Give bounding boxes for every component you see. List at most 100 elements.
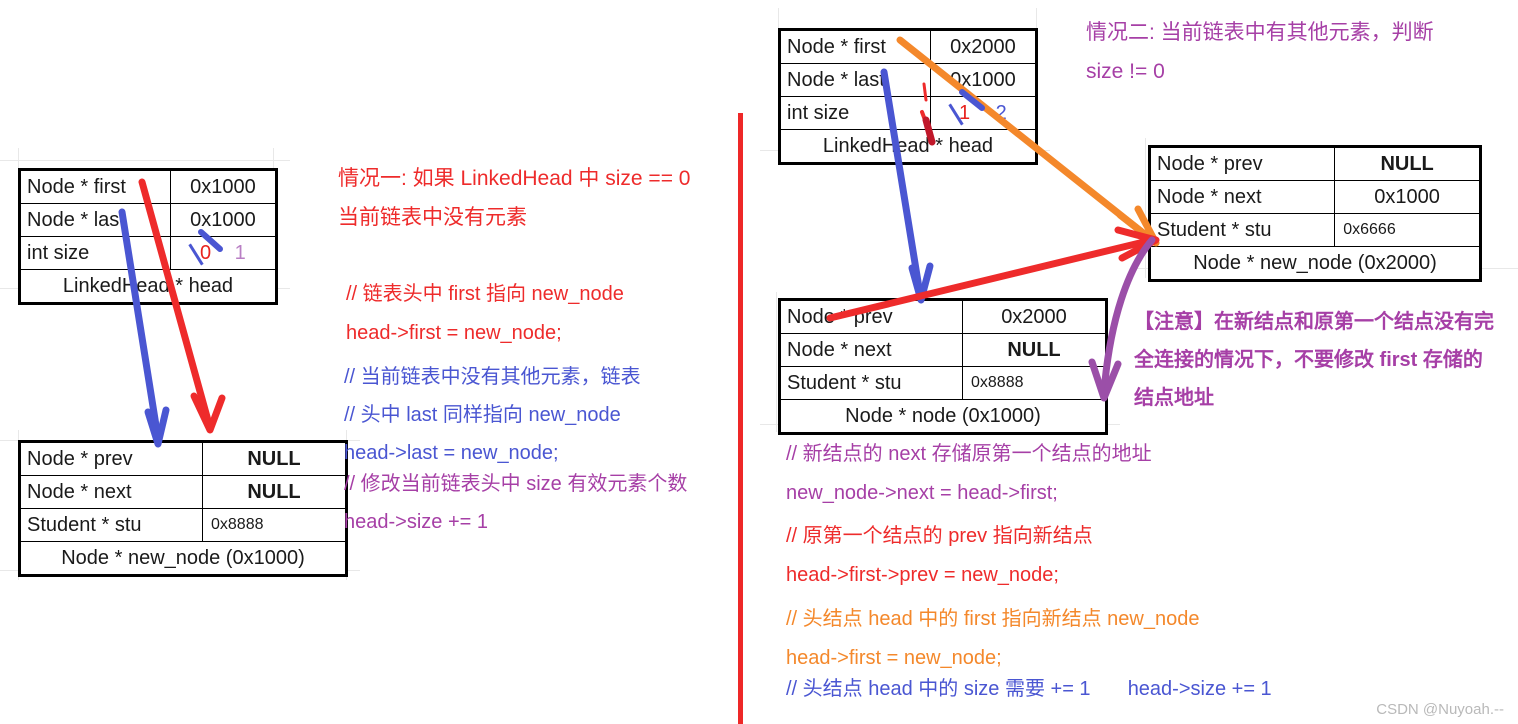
field-label: Student * stu bbox=[1149, 213, 1336, 247]
field-value: 0x8888 bbox=[962, 366, 1106, 400]
watermark: CSDN @Nuyoah.-- bbox=[1376, 701, 1504, 718]
field-label: Node * next bbox=[20, 475, 203, 509]
case2-node-table: Node * prev 0x2000 Node * next NULL Stud… bbox=[778, 298, 1108, 435]
case1-code-block-3: // 修改当前链表头中 size 有效元素个数 head->size += 1 bbox=[344, 470, 687, 537]
case2-heading: 情况二: 当前链表中有其他元素，判断 size != 0 bbox=[1086, 18, 1434, 88]
code-comment: // 原第一个结点的 prev 指向新结点 bbox=[786, 525, 1093, 547]
case1-code-block-1: // 链表头中 first 指向 new_node head->first = … bbox=[346, 280, 624, 348]
field-value: 0x1000 bbox=[929, 63, 1037, 97]
table-row: Node * next 0x1000 bbox=[1149, 180, 1480, 214]
field-label: Node * prev bbox=[20, 442, 203, 476]
field-label: Student * stu bbox=[780, 366, 963, 400]
case2-heading-line1: 情况二: 当前链表中有其他元素，判断 bbox=[1086, 21, 1434, 44]
gridline bbox=[1145, 138, 1146, 278]
table-row: Node * first 0x2000 bbox=[780, 30, 1037, 64]
code-line: // 头结点 head 中的 size 需要 += 1 head->size +… bbox=[786, 675, 1272, 704]
case1-heading: 情况一: 如果 LinkedHead 中 size == 0 当前链表中没有元素 bbox=[338, 164, 690, 234]
table-row: LinkedHead * head bbox=[20, 269, 276, 303]
field-label: Node * prev bbox=[780, 300, 963, 334]
field-value: NULL bbox=[962, 333, 1106, 367]
field-label: Node * first bbox=[780, 30, 931, 64]
field-value: 0x1000 bbox=[169, 203, 277, 237]
field-value: NULL bbox=[202, 442, 346, 476]
warning-line3: 结点地址 bbox=[1134, 387, 1214, 409]
table-row: Node * prev NULL bbox=[1149, 147, 1480, 181]
case2-code-block-3: // 头结点 head 中的 first 指向新结点 new_node head… bbox=[786, 605, 1199, 673]
field-value: 0x1000 bbox=[1334, 180, 1480, 214]
table-row: Node * new_node (0x1000) bbox=[20, 541, 346, 575]
size-new-value: 2 bbox=[995, 102, 1007, 124]
table-row: LinkedHead * head bbox=[780, 129, 1036, 163]
field-label: Node * first bbox=[20, 170, 171, 204]
table-row: int size 0 1 bbox=[20, 236, 277, 270]
case1-heading-line1: 情况一: 如果 LinkedHead 中 size == 0 bbox=[338, 167, 691, 190]
case2-code-block-2: // 原第一个结点的 prev 指向新结点 head->first->prev … bbox=[786, 522, 1093, 590]
table-row: Student * stu 0x8888 bbox=[20, 508, 346, 542]
size-new-value: 1 bbox=[234, 242, 246, 264]
table-row: Node * first 0x1000 bbox=[20, 170, 277, 204]
diagram-canvas: Node * first 0x1000 Node * last 0x1000 i… bbox=[0, 0, 1518, 724]
case1-head-table: Node * first 0x1000 Node * last 0x1000 i… bbox=[18, 168, 278, 305]
code-comment: // 新结点的 next 存储原第一个结点的地址 bbox=[786, 443, 1152, 465]
code-comment: // 链表头中 first 指向 new_node bbox=[346, 283, 624, 305]
code-statement: head->first = new_node; bbox=[346, 322, 562, 344]
code-statement: head->last = new_node; bbox=[344, 442, 559, 464]
field-label: Node * next bbox=[780, 333, 963, 367]
field-label: Node * prev bbox=[1149, 147, 1336, 181]
table-row: Node * next NULL bbox=[20, 475, 346, 509]
table-row: int size 1 2 bbox=[780, 96, 1037, 130]
table-caption: LinkedHead * head bbox=[20, 269, 276, 303]
case2-code-block-4: // 头结点 head 中的 size 需要 += 1 head->size +… bbox=[786, 675, 1272, 704]
field-label: Node * last bbox=[20, 203, 171, 237]
code-comment: // 修改当前链表头中 size 有效元素个数 bbox=[344, 473, 688, 495]
table-row: Node * last 0x1000 bbox=[780, 63, 1037, 97]
case2-head-table: Node * first 0x2000 Node * last 0x1000 i… bbox=[778, 28, 1038, 165]
table-caption: Node * new_node (0x2000) bbox=[1150, 246, 1480, 280]
case2-warning-note: 【注意】在新结点和原第一个结点没有完 全连接的情况下，不要修改 first 存储… bbox=[1134, 308, 1494, 413]
code-statement: head->size += 1 bbox=[344, 511, 488, 533]
table-row: Student * stu 0x6666 bbox=[1149, 213, 1480, 247]
field-label: int size bbox=[780, 96, 931, 130]
panel-divider bbox=[738, 113, 743, 724]
size-value-cell: 0 1 bbox=[169, 236, 277, 270]
field-value: 0x2000 bbox=[962, 300, 1106, 334]
table-caption: Node * node (0x1000) bbox=[780, 399, 1106, 433]
field-label: int size bbox=[20, 236, 171, 270]
table-row: Node * last 0x1000 bbox=[20, 203, 277, 237]
code-statement: head->first = new_node; bbox=[786, 647, 1002, 669]
table-row: Node * prev 0x2000 bbox=[780, 300, 1106, 334]
field-label: Student * stu bbox=[20, 508, 203, 542]
code-comment: // 头结点 head 中的 first 指向新结点 new_node bbox=[786, 608, 1200, 630]
table-row: Node * next NULL bbox=[780, 333, 1106, 367]
case2-new-node-table: Node * prev NULL Node * next 0x1000 Stud… bbox=[1148, 145, 1482, 282]
warning-line2: 全连接的情况下，不要修改 first 存储的 bbox=[1134, 349, 1483, 371]
code-comment: // 当前链表中没有其他元素，链表 bbox=[344, 366, 641, 388]
table-row: Node * prev NULL bbox=[20, 442, 346, 476]
case1-code-block-2: // 当前链表中没有其他元素，链表 // 头中 last 同样指向 new_no… bbox=[344, 363, 641, 468]
code-statement: head->size += 1 bbox=[1127, 678, 1272, 700]
code-statement: head->first->prev = new_node; bbox=[786, 564, 1059, 586]
field-value: 0x6666 bbox=[1334, 213, 1480, 247]
warning-line1: 【注意】在新结点和原第一个结点没有完 bbox=[1134, 311, 1494, 333]
table-row: Node * new_node (0x2000) bbox=[1150, 246, 1480, 280]
gridline bbox=[0, 160, 290, 161]
field-value: NULL bbox=[202, 475, 346, 509]
case1-new-node-table: Node * prev NULL Node * next NULL Studen… bbox=[18, 440, 348, 577]
table-caption: Node * new_node (0x1000) bbox=[20, 541, 346, 575]
field-label: Node * next bbox=[1149, 180, 1336, 214]
table-row: Node * node (0x1000) bbox=[780, 399, 1106, 433]
case2-heading-line2: size != 0 bbox=[1086, 60, 1165, 84]
code-comment-2: // 头中 last 同样指向 new_node bbox=[344, 404, 621, 426]
field-value: 0x8888 bbox=[202, 508, 346, 542]
table-caption: LinkedHead * head bbox=[780, 129, 1036, 163]
code-statement: new_node->next = head->first; bbox=[786, 482, 1058, 504]
field-value: NULL bbox=[1334, 147, 1480, 181]
case2-code-block-1: // 新结点的 next 存储原第一个结点的地址 new_node->next … bbox=[786, 440, 1152, 508]
code-comment: // 头结点 head 中的 size 需要 += 1 bbox=[786, 678, 1091, 700]
size-value-cell: 1 2 bbox=[929, 96, 1037, 130]
field-value: 0x1000 bbox=[169, 170, 277, 204]
case1-heading-line2: 当前链表中没有元素 bbox=[338, 206, 527, 230]
table-row: Student * stu 0x8888 bbox=[780, 366, 1106, 400]
gridline bbox=[776, 292, 777, 432]
field-value: 0x2000 bbox=[929, 30, 1037, 64]
